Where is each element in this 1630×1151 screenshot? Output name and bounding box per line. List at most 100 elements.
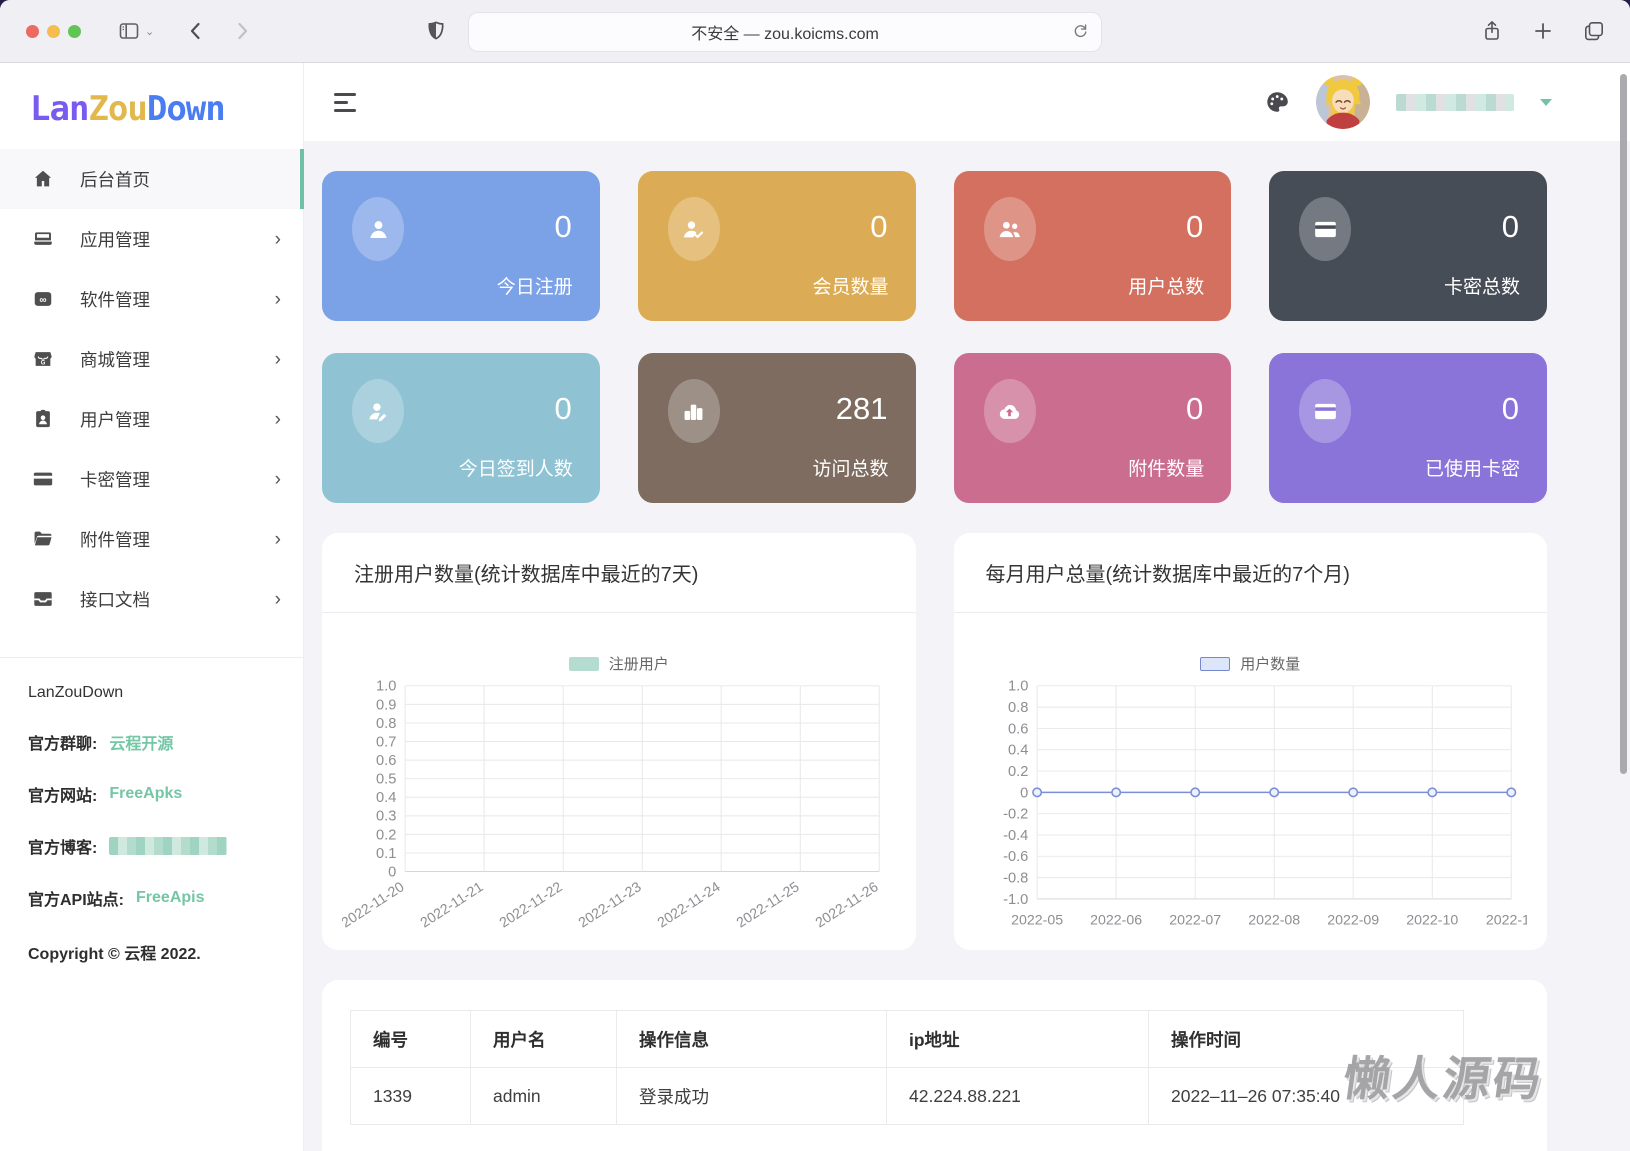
stat-value: 0 <box>1501 209 1519 244</box>
sidebar-item-8[interactable]: 接口文档 › <box>0 569 303 629</box>
username-redacted[interactable] <box>1396 93 1514 111</box>
main-area: 0 今日注册 0 会员数量 0 用户总数 0 卡密总数 0 今日签到人数 281 访问总数 0 附件数量 0… <box>304 63 1630 1151</box>
stat-label: 今日签到人数 <box>458 459 573 480</box>
shield-icon[interactable] <box>424 19 448 43</box>
svg-text:2022-11-22: 2022-11-22 <box>497 879 566 931</box>
stat-value: 0 <box>870 209 888 244</box>
stat-card-4: 0 卡密总数 <box>1269 171 1547 321</box>
legend-label: 用户数量 <box>1240 656 1301 673</box>
table-header: 编号 用户名 操作信息 ip地址 操作时间 <box>350 1010 1464 1068</box>
stat-card-2: 0 会员数量 <box>637 171 916 321</box>
sidebar-item-3[interactable]: ∞ 软件管理 › <box>0 269 303 329</box>
chart-legend[interactable]: 注册用户 <box>342 653 896 674</box>
svg-text:0.7: 0.7 <box>376 734 396 750</box>
sidebar-footer-row: 官方网站: FreeApks <box>28 782 275 806</box>
stat-value: 0 <box>554 209 572 244</box>
chevron-right-icon: › <box>274 348 281 370</box>
person-icon <box>365 216 392 243</box>
browser-window: ⌄ 不安全 — zou.koicms.com LanZouDown 后台首页 应用… <box>0 0 1630 1151</box>
people-icon <box>996 216 1023 243</box>
svg-text:2022-06: 2022-06 <box>1090 912 1142 928</box>
svg-text:0.2: 0.2 <box>1007 764 1027 780</box>
sidebar-item-1[interactable]: 后台首页 <box>0 149 304 209</box>
svg-text:0.3: 0.3 <box>376 809 396 825</box>
daily-registrations-chart: 1.00.90.80.70.60.50.40.30.20.102022-11-2… <box>342 679 882 932</box>
sidebar-footer-row: 官方博客: <box>28 834 275 858</box>
sidebar-item-5[interactable]: 用户管理 › <box>0 389 303 449</box>
svg-text:0.6: 0.6 <box>1007 721 1027 737</box>
stat-label: 附件数量 <box>1128 459 1205 480</box>
menu-toggle-button[interactable] <box>334 92 356 112</box>
sidebar-item-2[interactable]: 应用管理 › <box>0 209 303 269</box>
browser-chrome: ⌄ 不安全 — zou.koicms.com <box>0 0 1630 63</box>
stat-label: 已使用卡密 <box>1424 459 1520 480</box>
footer-link[interactable]: FreeApis <box>136 889 204 907</box>
user-dropdown-caret-icon[interactable] <box>1540 98 1552 106</box>
table-cell: 42.224.88.221 <box>886 1067 1149 1125</box>
cloud-upload-icon <box>996 398 1023 425</box>
chevron-right-icon: › <box>274 588 281 610</box>
stat-card-7: 0 附件数量 <box>953 353 1232 503</box>
logo-segment: Down <box>146 89 226 129</box>
table-header-row: 编号 用户名 操作信息 ip地址 操作时间 <box>350 1010 1464 1068</box>
minimize-window-button[interactable] <box>47 24 60 38</box>
avatar[interactable] <box>1316 75 1370 129</box>
stat-value: 0 <box>554 391 572 426</box>
footer-label: 官方博客: <box>28 840 98 857</box>
shop-icon: G <box>32 348 54 370</box>
operation-log-table: 编号 用户名 操作信息 ip地址 操作时间 1339 admin 登录成功 42.224.88… <box>350 1010 1464 1125</box>
sidebar-item-7[interactable]: 附件管理 › <box>0 509 303 569</box>
svg-text:2022-10: 2022-10 <box>1406 912 1458 928</box>
users-icon <box>32 408 54 430</box>
footer-link[interactable]: FreeApks <box>109 785 182 803</box>
chevron-right-icon: › <box>274 528 281 550</box>
stat-icon-circle <box>352 197 404 261</box>
stat-value: 0 <box>1186 209 1204 244</box>
sidebar-item-6[interactable]: 卡密管理 › <box>0 449 303 509</box>
app-icon <box>32 228 54 250</box>
back-button[interactable] <box>184 19 208 43</box>
svg-text:0.4: 0.4 <box>376 790 396 806</box>
stat-label: 用户总数 <box>1128 277 1205 298</box>
sidebar-menu: 后台首页 应用管理 › ∞ 软件管理 › G 商城管理 › 用户管理 › 卡密管理 › 附件管理 › 接口文档… <box>0 149 304 629</box>
app-logo[interactable]: LanZouDown <box>0 63 303 135</box>
svg-text:-0.2: -0.2 <box>1003 807 1028 823</box>
table-header-cell: 编号 <box>350 1010 471 1068</box>
redacted-link[interactable] <box>109 837 228 855</box>
share-icon[interactable] <box>1480 19 1504 43</box>
scrollbar-thumb[interactable] <box>1620 74 1627 774</box>
svg-text:2022-11: 2022-11 <box>1485 912 1527 928</box>
traffic-lights <box>26 24 81 38</box>
browser-sidebar-toggle-icon[interactable] <box>117 19 141 43</box>
svg-text:0.8: 0.8 <box>376 716 396 732</box>
svg-text:G: G <box>41 360 46 366</box>
stat-label: 访问总数 <box>812 459 889 480</box>
sidebar-item-4[interactable]: G 商城管理 › <box>0 329 303 389</box>
chevron-right-icon: › <box>274 468 281 490</box>
sidebar: LanZouDown 后台首页 应用管理 › ∞ 软件管理 › G 商城管理 › 用户管理 › 卡密管… <box>0 63 304 1151</box>
svg-text:2022-11-23: 2022-11-23 <box>576 879 645 931</box>
svg-text:-0.6: -0.6 <box>1003 849 1028 865</box>
close-window-button[interactable] <box>26 24 39 38</box>
sidebar-item-label: 卡密管理 <box>80 469 150 490</box>
table-header-cell: 操作时间 <box>1148 1010 1464 1068</box>
footer-link[interactable]: 云程开源 <box>109 730 173 754</box>
table-header-cell: 用户名 <box>470 1010 617 1068</box>
address-bar-text: 不安全 — zou.koicms.com <box>691 26 879 43</box>
tab-overview-icon[interactable] <box>1582 19 1606 43</box>
svg-text:0.5: 0.5 <box>376 772 396 788</box>
new-tab-icon[interactable] <box>1531 19 1555 43</box>
forward-button[interactable] <box>230 19 254 43</box>
reload-icon[interactable] <box>1070 21 1091 42</box>
sidebar-brand: LanZouDown <box>28 684 124 701</box>
stat-icon-circle <box>667 379 720 443</box>
svg-text:1.0: 1.0 <box>376 679 396 695</box>
chevron-down-icon[interactable]: ⌄ <box>145 25 154 38</box>
theme-palette-icon[interactable] <box>1264 89 1290 115</box>
dashboard-content: 0 今日注册 0 会员数量 0 用户总数 0 卡密总数 0 今日签到人数 281 访问总数 0 附件数量 0… <box>304 141 1630 1151</box>
zoom-window-button[interactable] <box>68 24 81 38</box>
stat-label: 今日注册 <box>496 277 573 298</box>
address-bar[interactable]: 不安全 — zou.koicms.com <box>468 12 1102 52</box>
logo-segment: Lan <box>30 89 89 129</box>
chart-legend[interactable]: 用户数量 <box>974 653 1528 674</box>
